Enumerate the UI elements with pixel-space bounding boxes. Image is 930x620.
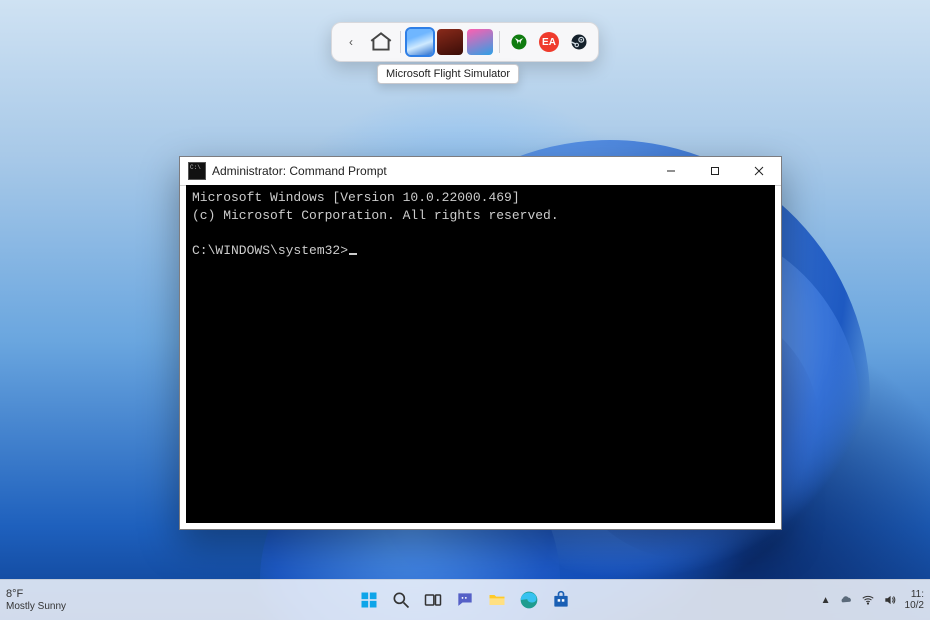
game-bar: ‹ EA [331, 22, 599, 62]
ea-icon[interactable]: EA [536, 29, 562, 55]
start-button[interactable] [356, 587, 382, 613]
file-explorer-button[interactable] [484, 587, 510, 613]
game-thumb-2[interactable] [437, 29, 463, 55]
terminal-line: Microsoft Windows [Version 10.0.22000.46… [192, 190, 520, 205]
titlebar[interactable]: Administrator: Command Prompt [180, 157, 781, 186]
game-thumb-3[interactable] [467, 29, 493, 55]
edge-button[interactable] [516, 587, 542, 613]
clock-date: 10/2 [905, 600, 924, 611]
window-title: Administrator: Command Prompt [212, 164, 387, 178]
onedrive-icon[interactable] [839, 593, 853, 607]
taskbar: 8°F Mostly Sunny [0, 579, 930, 620]
back-button[interactable]: ‹ [338, 29, 364, 55]
terminal-line: (c) Microsoft Corporation. All rights re… [192, 208, 559, 223]
cmd-icon [188, 162, 206, 180]
show-hidden-icons-button[interactable]: ▲ [821, 595, 831, 606]
clock-time: 11: [911, 589, 924, 600]
steam-icon[interactable] [566, 29, 592, 55]
volume-icon[interactable] [883, 593, 897, 607]
search-button[interactable] [388, 587, 414, 613]
xbox-icon[interactable] [506, 29, 532, 55]
weather-widget[interactable]: 8°F Mostly Sunny [6, 580, 66, 620]
chat-button[interactable] [452, 587, 478, 613]
command-prompt-window: Administrator: Command Prompt Microsoft … [179, 156, 782, 530]
cursor-icon [349, 253, 357, 255]
store-button[interactable] [548, 587, 574, 613]
maximize-button[interactable] [693, 157, 737, 185]
close-button[interactable] [737, 157, 781, 185]
wifi-icon[interactable] [861, 593, 875, 607]
system-tray: ▲ 11: 10/2 [821, 580, 924, 620]
clock[interactable]: 11: 10/2 [905, 589, 924, 611]
terminal-prompt: C:\WINDOWS\system32> [192, 243, 348, 258]
taskview-button[interactable] [420, 587, 446, 613]
game-thumb-flight-sim[interactable] [407, 29, 433, 55]
separator [400, 31, 401, 53]
taskbar-center [356, 587, 574, 613]
terminal-body[interactable]: Microsoft Windows [Version 10.0.22000.46… [186, 185, 775, 523]
weather-temp: 8°F [6, 588, 66, 601]
weather-desc: Mostly Sunny [6, 601, 66, 613]
home-button[interactable] [368, 29, 394, 55]
desktop: ‹ EA Microsoft Flight Simulator Administ… [0, 0, 930, 620]
separator [499, 31, 500, 53]
minimize-button[interactable] [649, 157, 693, 185]
game-tooltip: Microsoft Flight Simulator [377, 64, 519, 84]
